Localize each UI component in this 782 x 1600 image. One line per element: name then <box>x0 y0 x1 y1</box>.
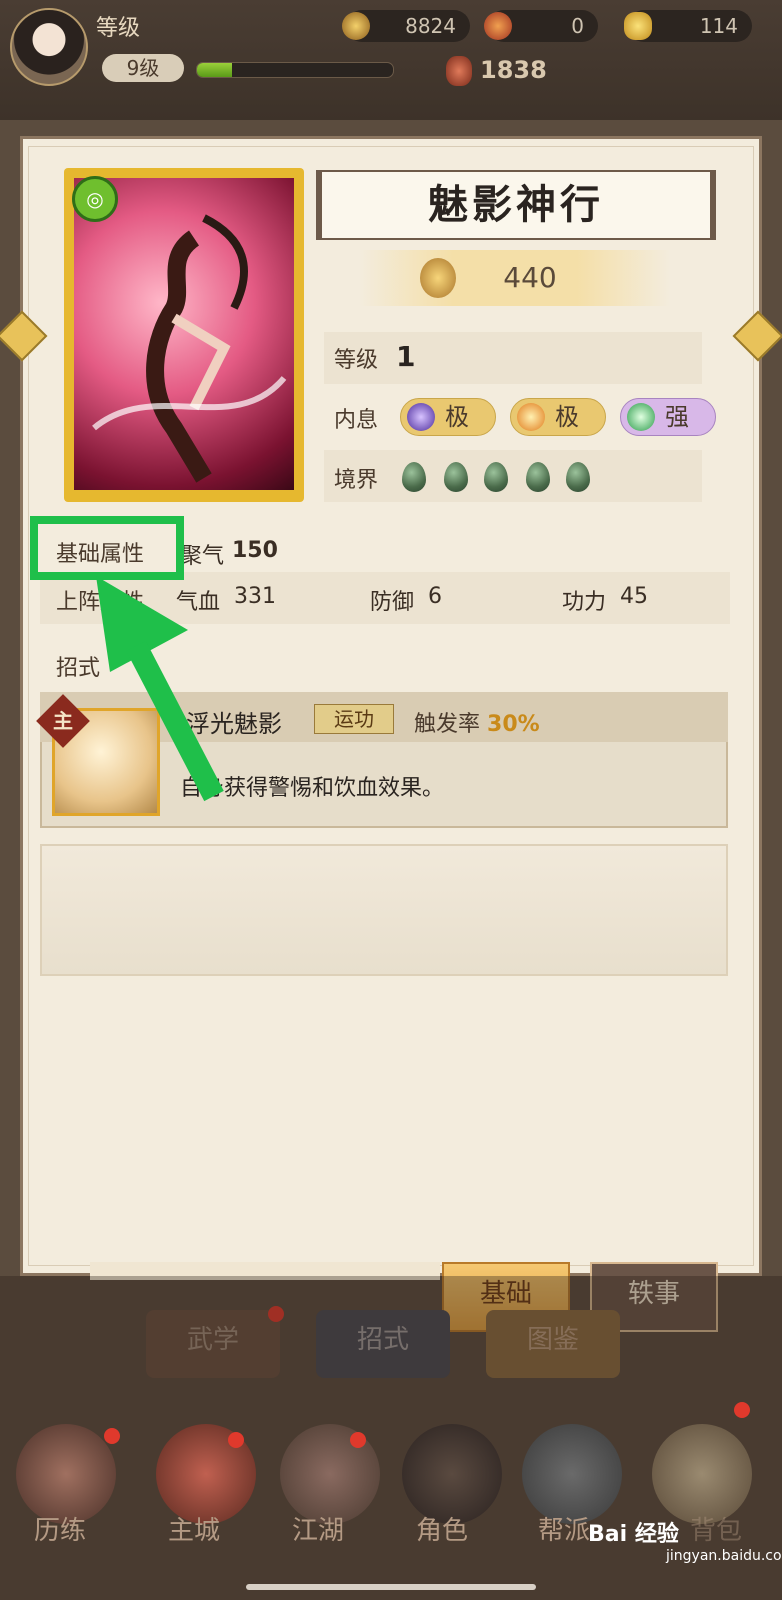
card-score: 440 <box>503 261 557 294</box>
base-stat-value: 150 <box>232 538 278 563</box>
coin-icon <box>342 12 370 40</box>
inner-badge-2[interactable]: 极 <box>510 398 606 436</box>
deploy-stat-value: 45 <box>620 584 648 609</box>
nav-training-label[interactable]: 历练 <box>34 1510 86 1547</box>
realm-label: 境界 <box>334 468 379 493</box>
nav-bag-icon[interactable] <box>652 1424 752 1524</box>
realm-bead-icon <box>444 462 468 492</box>
nav-guild-label[interactable]: 帮派 <box>538 1510 590 1547</box>
nav-character-label[interactable]: 角色 <box>416 1510 468 1547</box>
nav-city-label[interactable]: 主城 <box>168 1510 220 1547</box>
notification-dot <box>350 1432 366 1448</box>
token-icon <box>484 12 512 40</box>
player-avatar[interactable] <box>10 8 88 86</box>
inner-orb-icon <box>407 403 435 431</box>
skill-tag: 运功 <box>314 704 394 734</box>
ingot-icon <box>624 12 652 40</box>
realm-bead-icon <box>484 462 508 492</box>
deploy-stat-value: 331 <box>234 584 276 609</box>
character-card-art <box>74 178 294 490</box>
power-value: 1838 <box>480 56 547 84</box>
notification-dot <box>104 1428 120 1444</box>
level-label: 等级 <box>334 348 379 373</box>
card-level: 1 <box>396 340 416 373</box>
home-indicator[interactable] <box>246 1584 536 1590</box>
moves-title: 招式 <box>56 656 101 681</box>
realm-bead-icon <box>402 462 426 492</box>
character-figure-icon <box>92 214 287 483</box>
currency-token[interactable]: 0 <box>484 10 598 42</box>
realm-row <box>324 450 702 502</box>
deploy-stat-name: 功力 <box>562 590 607 615</box>
notification-dot <box>228 1432 244 1448</box>
inner-badge-3[interactable]: 强 <box>620 398 716 436</box>
inner-badge-1[interactable]: 极 <box>400 398 496 436</box>
card-type-icon: ◎ <box>72 176 118 222</box>
inner-label: 内息 <box>334 408 379 433</box>
watermark-url: jingyan.baidu.com <box>666 1548 782 1564</box>
currency-coin[interactable]: 8824 <box>342 10 470 42</box>
currency-ingot[interactable]: 114 <box>624 10 752 42</box>
score-icon <box>420 258 456 298</box>
power-icon <box>446 56 472 86</box>
skill-rate: 触发率 30% <box>414 706 540 738</box>
notification-dot <box>734 1402 750 1418</box>
xp-bar <box>196 62 394 78</box>
deploy-stat-name: 防御 <box>370 590 415 615</box>
deploy-stat-value: 6 <box>428 584 442 609</box>
watermark-logo: Bai 经验 <box>588 1522 679 1547</box>
realm-bead-icon <box>526 462 550 492</box>
nav-character-icon[interactable] <box>402 1424 502 1524</box>
level-row <box>324 332 702 384</box>
card-name: 魅影神行 <box>428 181 604 228</box>
level-badge: 9级 <box>102 54 184 82</box>
skill-rate-label: 触发率 <box>414 712 481 737</box>
skill-rate-value: 30% <box>487 712 540 737</box>
nav-guild-icon[interactable] <box>522 1424 622 1524</box>
xp-bar-fill <box>197 63 233 77</box>
empty-skill-slot <box>40 844 728 976</box>
nav-world-label[interactable]: 江湖 <box>292 1510 344 1547</box>
base-stat-name: 聚气 <box>180 544 225 569</box>
nav-bag-label[interactable]: 背包 <box>690 1510 742 1547</box>
inner-orb-icon <box>517 403 545 431</box>
highlight-box <box>30 516 184 580</box>
realm-bead-icon <box>566 462 590 492</box>
level-title: 等级 <box>96 16 141 41</box>
inner-orb-icon <box>627 403 655 431</box>
annotation-arrow-icon <box>96 576 224 802</box>
skill-badge-text: 主 <box>53 709 73 733</box>
nav-training-icon[interactable] <box>16 1424 116 1524</box>
